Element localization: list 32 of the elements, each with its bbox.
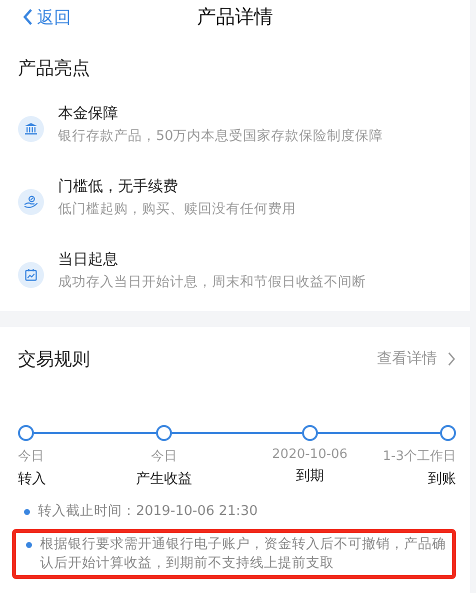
view-details-link[interactable]: 查看详情 xyxy=(377,327,456,368)
page-title: 产品详情 xyxy=(197,5,273,30)
step-label: 产生收益 xyxy=(136,470,192,488)
bullet-dot xyxy=(24,509,30,515)
hand-coin-icon xyxy=(18,188,44,214)
step-date: 1-3个工作日 xyxy=(382,448,456,465)
calendar-chart-icon xyxy=(18,262,44,288)
step-date: 今日 xyxy=(18,448,44,465)
feature-description: 银行存款产品，50万内本息受国家存款保险制度保障 xyxy=(58,127,384,145)
section-title: 交易规则 xyxy=(18,348,90,372)
bullet-dot xyxy=(26,542,32,548)
feature-description: 成功存入当日开始计息，周末和节假日收益不间断 xyxy=(58,273,366,291)
timeline-node xyxy=(156,425,172,441)
note-text: 根据银行要求需开通银行电子账户，资金转入后不可撤销，产品确认后开始计算收益，到期前不支持线上提前支取 xyxy=(40,535,447,573)
feature-description: 低门槛起购，购买、赎回没有任何费用 xyxy=(58,200,296,218)
note-text: 转入截止时间：2019-10-06 21:30 xyxy=(38,502,258,521)
feature-title: 本金保障 xyxy=(58,104,119,123)
back-chevron-icon xyxy=(22,8,33,26)
section-title: 产品亮点 xyxy=(18,57,91,81)
step-date: 今日 xyxy=(150,448,177,465)
feature-title: 当日起息 xyxy=(58,250,119,269)
feature-title: 门槛低，无手续费 xyxy=(58,177,179,196)
step-label: 到期 xyxy=(296,467,324,485)
step-label: 到账 xyxy=(428,470,456,488)
step-date: 2020-10-06 xyxy=(272,447,348,462)
back-button[interactable]: 返回 xyxy=(0,2,71,32)
timeline-node xyxy=(302,425,318,441)
timeline-node xyxy=(18,425,34,441)
step-label: 转入 xyxy=(18,470,46,488)
chevron-right-icon xyxy=(447,352,456,366)
bank-icon xyxy=(18,116,44,142)
timeline-node xyxy=(440,425,456,441)
